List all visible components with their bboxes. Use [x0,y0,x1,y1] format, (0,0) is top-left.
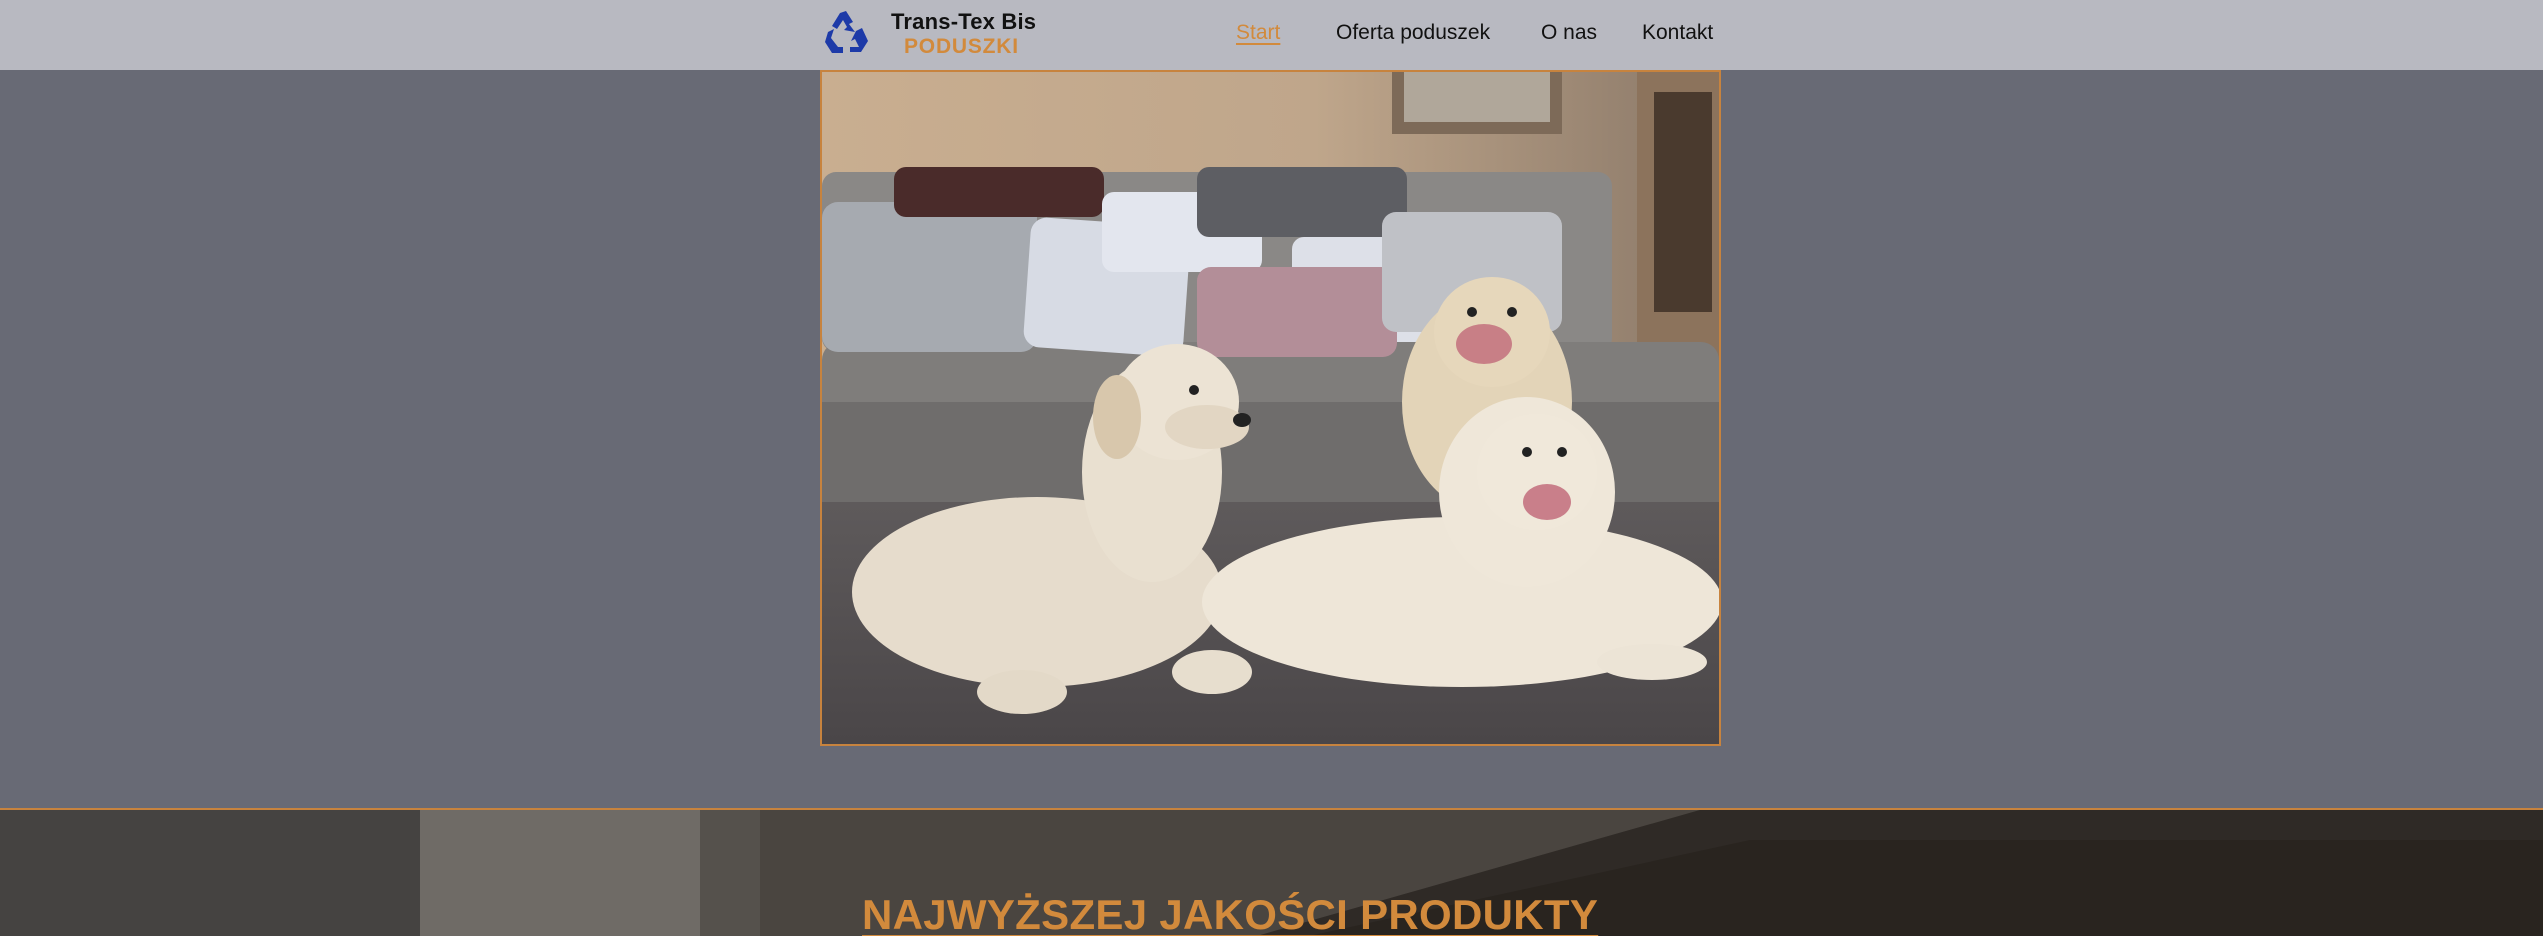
nav-item-o-nas[interactable]: O nas [1541,21,1597,45]
nav-item-oferta-poduszek[interactable]: Oferta poduszek [1336,21,1490,45]
site-header: Trans-Tex Bis PODUSZKI Start Oferta podu… [0,0,2543,70]
section-title: NAJWYŻSZEJ JAKOŚCI PRODUKTY [862,891,1599,936]
nav-item-kontakt[interactable]: Kontakt [1642,21,1713,45]
nav-item-start[interactable]: Start [1236,21,1280,45]
brand-name[interactable]: Trans-Tex Bis [891,9,1036,35]
dogs-on-sofa-photo [822,72,1719,744]
hero-image [820,70,1721,746]
products-section: NAJWYŻSZEJ JAKOŚCI PRODUKTY [0,808,2543,936]
recycle-icon[interactable] [822,8,870,56]
brand-subtitle[interactable]: PODUSZKI [904,35,1019,59]
